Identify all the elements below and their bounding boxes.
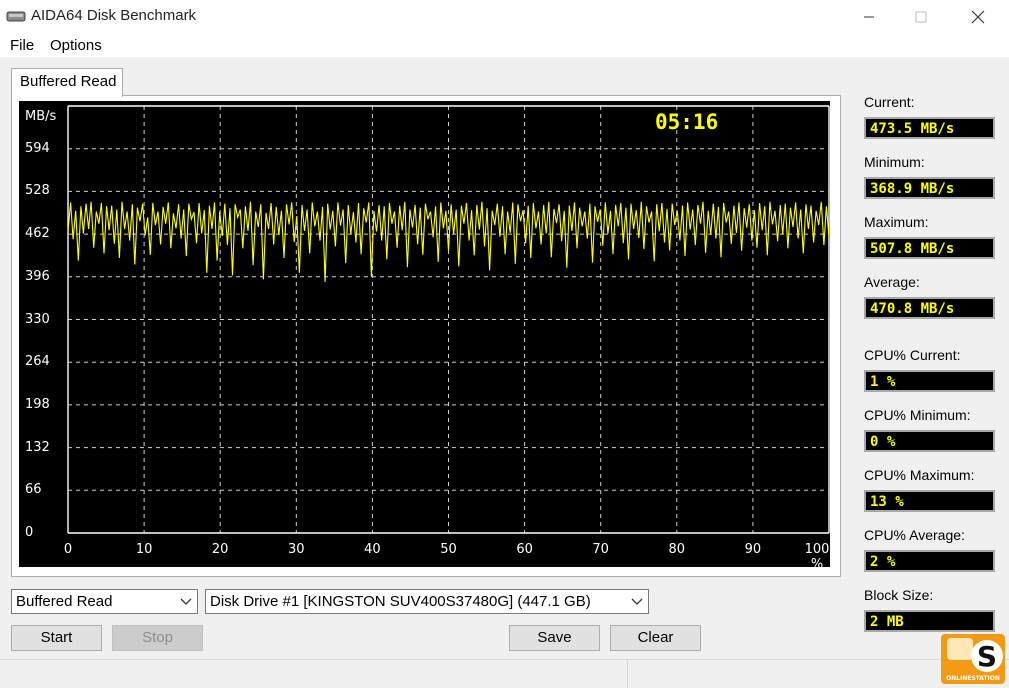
drive-select[interactable]: Disk Drive #1 [KINGSTON SUV400S37480G] (… — [205, 589, 649, 614]
maximize-icon — [915, 11, 927, 22]
window-title: AIDA64 Disk Benchmark — [31, 7, 197, 24]
stat-value-box: 1 % — [864, 370, 995, 392]
y-tick-label: 66 — [25, 482, 42, 498]
stat-value-box: 2 % — [864, 550, 995, 572]
x-tick-label: 40 — [364, 542, 381, 557]
y-tick-label: 396 — [25, 268, 50, 284]
clear-button[interactable]: Clear — [610, 625, 701, 651]
minimize-icon — [864, 16, 874, 17]
drive-value: Disk Drive #1 [KINGSTON SUV400S37480G] (… — [210, 593, 591, 610]
stat-value-box: 0 % — [864, 430, 995, 452]
stat-value: 473.5 MB/s — [870, 121, 955, 137]
x-tick-label: 90 — [744, 542, 762, 557]
stat-value: 470.8 MB/s — [870, 301, 955, 317]
logo-text: ONLINESTATION — [946, 675, 1000, 682]
stat-label: Average: — [864, 274, 920, 290]
x-tick-label: 60 — [516, 542, 533, 557]
menu-file[interactable]: File — [10, 37, 34, 54]
maximize-button[interactable] — [898, 0, 944, 33]
onlinestation-logo: S ONLINESTATION — [941, 634, 1005, 684]
stat-label: CPU% Minimum: — [864, 407, 971, 423]
stat-value-box: 473.5 MB/s — [864, 117, 995, 139]
start-button[interactable]: Start — [11, 625, 102, 651]
tab-label: Buffered Read — [20, 73, 117, 90]
stat-value-box: 507.8 MB/s — [864, 237, 995, 259]
stat-value-box: 368.9 MB/s — [864, 177, 995, 199]
y-axis-unit-label: MB/s — [25, 109, 57, 124]
chevron-down-icon — [180, 598, 192, 605]
test-type-select[interactable]: Buffered Read — [11, 589, 198, 614]
stat-label: Minimum: — [864, 154, 925, 170]
title-bar: AIDA64 Disk Benchmark — [0, 0, 1009, 33]
tab-buffered-read[interactable]: Buffered Read — [11, 68, 123, 97]
status-separator — [627, 660, 628, 688]
y-tick-label: 528 — [25, 183, 50, 199]
stat-value-box: 13 % — [864, 490, 995, 512]
stat-value-box: 470.8 MB/s — [864, 297, 995, 319]
status-bar — [0, 659, 1009, 688]
stat-label: CPU% Average: — [864, 527, 965, 543]
stat-label: Maximum: — [864, 214, 929, 230]
y-tick-label: 594 — [25, 140, 50, 156]
x-tick-label: 70 — [592, 542, 609, 557]
save-button[interactable]: Save — [509, 625, 600, 651]
chart-svg — [67, 105, 830, 534]
stat-value: 2 MB — [870, 614, 904, 630]
stop-button[interactable]: Stop — [112, 625, 203, 651]
stat-value: 1 % — [870, 374, 896, 390]
x-tick-label: 10 — [135, 542, 153, 557]
x-tick-label: 100 % — [804, 542, 830, 572]
stat-label: CPU% Maximum: — [864, 467, 975, 483]
y-tick-label: 0 — [25, 525, 34, 540]
menu-bar: File Options — [0, 33, 1009, 57]
stat-value: 368.9 MB/s — [870, 181, 955, 197]
benchmark-chart: MB/s 05:16 594 528 462 396 330 264 198 132 66 0 0 1… — [19, 101, 830, 572]
close-icon — [971, 10, 985, 23]
stat-value: 0 % — [870, 434, 896, 450]
stat-value: 507.8 MB/s — [870, 241, 955, 257]
test-type-value: Buffered Read — [16, 593, 113, 610]
stat-value: 2 % — [870, 554, 896, 570]
menu-options[interactable]: Options — [50, 37, 102, 54]
elapsed-timer: 05:16 — [655, 110, 719, 134]
y-tick-label: 462 — [25, 226, 50, 242]
x-tick-label: 50 — [440, 542, 457, 557]
chevron-down-icon — [631, 598, 643, 605]
close-button[interactable] — [955, 0, 1001, 33]
y-tick-label: 198 — [25, 396, 50, 412]
x-tick-label: 30 — [288, 542, 305, 557]
y-tick-label: 330 — [25, 311, 50, 327]
stat-label: Current: — [864, 94, 915, 110]
stat-value: 13 % — [870, 494, 904, 510]
logo-letter: S — [977, 640, 997, 673]
stat-label: CPU% Current: — [864, 347, 961, 363]
x-tick-label: 80 — [668, 542, 686, 557]
stat-label: Block Size: — [864, 587, 934, 603]
x-tick-label: 0 — [63, 542, 73, 557]
y-tick-label: 264 — [25, 354, 50, 370]
minimize-button[interactable] — [846, 0, 892, 33]
disk-app-icon — [6, 11, 26, 22]
x-tick-label: 20 — [211, 542, 229, 557]
y-tick-label: 132 — [25, 439, 50, 455]
